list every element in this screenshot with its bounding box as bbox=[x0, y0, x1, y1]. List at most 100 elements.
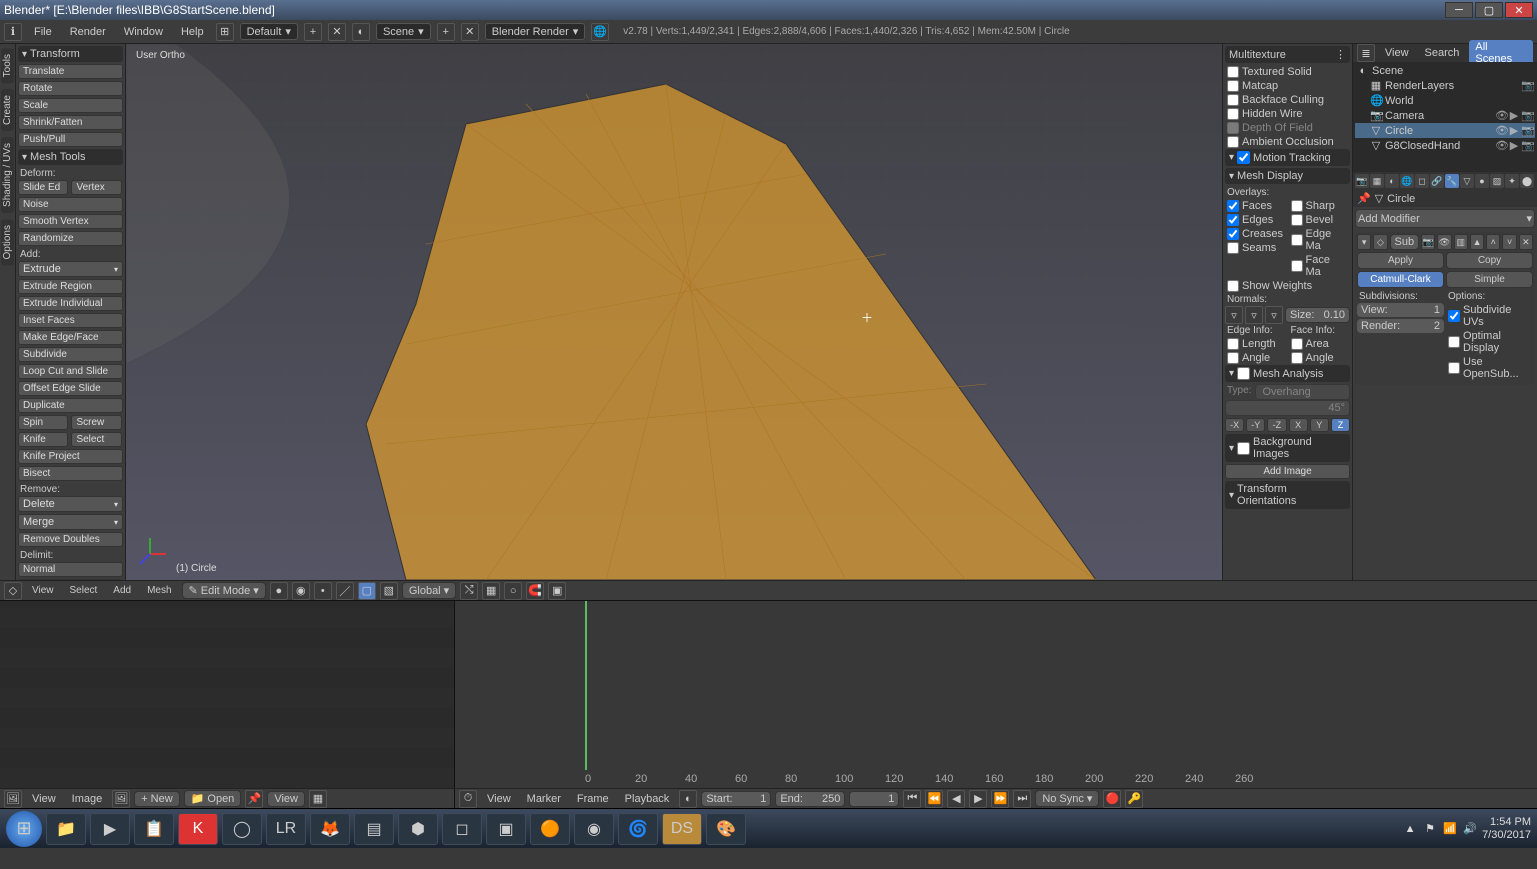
face-area-checkbox[interactable] bbox=[1291, 338, 1303, 350]
tray-up-icon[interactable]: ▲ bbox=[1402, 821, 1418, 837]
playhead-icon[interactable] bbox=[585, 601, 587, 770]
edge-select-icon[interactable]: ／ bbox=[336, 582, 354, 600]
backface-checkbox[interactable] bbox=[1227, 94, 1239, 106]
slide-vertex-button[interactable]: Vertex bbox=[71, 180, 121, 195]
copy-button[interactable]: Copy bbox=[1446, 252, 1533, 269]
tab-physics-icon[interactable]: ⬤ bbox=[1520, 174, 1534, 188]
autokey-icon[interactable]: 🔴 bbox=[1103, 790, 1121, 808]
add-modifier-button[interactable]: Add Modifier ▾ bbox=[1355, 209, 1535, 228]
uv-viewmode-button[interactable]: View bbox=[267, 791, 305, 807]
tab-shading[interactable]: Shading / UVs bbox=[1, 137, 14, 213]
editor-type-3d-icon[interactable]: ◇ bbox=[4, 582, 22, 600]
faces-checkbox[interactable] bbox=[1227, 200, 1239, 212]
uv-image-menu[interactable]: Image bbox=[66, 791, 109, 807]
duplicate-button[interactable]: Duplicate bbox=[18, 398, 123, 413]
loopcut-button[interactable]: Loop Cut and Slide bbox=[18, 364, 123, 379]
axis-y-button[interactable]: Y bbox=[1310, 418, 1329, 432]
eye-icon[interactable]: 👁 bbox=[1495, 109, 1507, 122]
uv-pin-icon[interactable]: 📌 bbox=[245, 790, 263, 808]
outliner-row-renderlayers[interactable]: ▦RenderLayers📷 bbox=[1355, 78, 1535, 93]
layout-del-icon[interactable]: ✕ bbox=[328, 23, 346, 41]
play-icon[interactable]: ▶ bbox=[969, 790, 987, 808]
axis-minusz-button[interactable]: -Z bbox=[1267, 418, 1286, 432]
modifier-name-field[interactable]: Sub bbox=[1390, 234, 1420, 250]
tab-create[interactable]: Create bbox=[1, 89, 14, 131]
outliner-search-menu[interactable]: Search bbox=[1419, 45, 1466, 61]
subdiv-render-field[interactable]: Render:2 bbox=[1357, 319, 1444, 333]
delimit-normal-button[interactable]: Normal bbox=[18, 562, 123, 577]
pivot-icon[interactable]: ◉ bbox=[292, 582, 310, 600]
layers-icon[interactable]: ▦ bbox=[482, 582, 500, 600]
edge-angle-checkbox[interactable] bbox=[1227, 352, 1239, 364]
taskbar-chrome-icon[interactable]: ◯ bbox=[222, 813, 262, 845]
mesh-analysis-checkbox[interactable] bbox=[1237, 367, 1250, 380]
keytype-icon[interactable]: 🔑 bbox=[1125, 790, 1143, 808]
bisect-button[interactable]: Bisect bbox=[18, 466, 123, 481]
taskbar-blender-icon[interactable]: 🟠 bbox=[530, 813, 570, 845]
tab-tools[interactable]: Tools bbox=[1, 48, 14, 83]
outliner-type-icon[interactable]: ≣ bbox=[1357, 44, 1375, 62]
taskbar-media-icon[interactable]: ▶ bbox=[90, 813, 130, 845]
knife-project-button[interactable]: Knife Project bbox=[18, 449, 123, 464]
matcap-checkbox[interactable] bbox=[1227, 80, 1239, 92]
uv-editor[interactable] bbox=[0, 601, 455, 788]
render-icon[interactable]: 📷 bbox=[1521, 124, 1533, 137]
randomize-button[interactable]: Randomize bbox=[18, 231, 123, 246]
slide-edge-button[interactable]: Slide Ed bbox=[18, 180, 68, 195]
tab-options[interactable]: Options bbox=[1, 219, 14, 265]
render-icon[interactable]: 📷 bbox=[1521, 139, 1533, 152]
3d-select-menu[interactable]: Select bbox=[64, 583, 104, 598]
edge-length-checkbox[interactable] bbox=[1227, 338, 1239, 350]
axis-minusy-button[interactable]: -Y bbox=[1246, 418, 1265, 432]
tab-texture-icon[interactable]: ▨ bbox=[1490, 174, 1504, 188]
seams-checkbox[interactable] bbox=[1227, 242, 1239, 254]
tab-particles-icon[interactable]: ✦ bbox=[1505, 174, 1519, 188]
tl-view-menu[interactable]: View bbox=[481, 791, 517, 807]
browse-image-icon[interactable]: 🖼 bbox=[112, 790, 130, 808]
tl-marker-menu[interactable]: Marker bbox=[521, 791, 567, 807]
vertex-select-icon[interactable]: • bbox=[314, 582, 332, 600]
start-frame-field[interactable]: Start:1 bbox=[701, 791, 771, 807]
editor-type-icon[interactable]: ℹ bbox=[4, 23, 22, 41]
menu-help[interactable]: Help bbox=[175, 24, 210, 40]
tab-scene-icon[interactable]: ◐ bbox=[1385, 174, 1399, 188]
taskbar-app-k-icon[interactable]: K bbox=[178, 813, 218, 845]
render-region-icon[interactable]: ▣ bbox=[548, 582, 566, 600]
scene-del-icon[interactable]: ✕ bbox=[461, 23, 479, 41]
taskbar-app4-icon[interactable]: ◻ bbox=[442, 813, 482, 845]
scene-selector[interactable]: Scene▾ bbox=[376, 23, 431, 40]
delimit-material-button[interactable]: Material bbox=[18, 579, 123, 580]
eye-icon[interactable]: 👁 bbox=[1495, 139, 1507, 152]
system-clock[interactable]: 1:54 PM 7/30/2017 bbox=[1482, 816, 1531, 840]
mod-edit-icon[interactable]: ▥ bbox=[1454, 234, 1468, 250]
scene-icon[interactable]: ◐ bbox=[352, 23, 370, 41]
screw-button[interactable]: Screw bbox=[71, 415, 121, 430]
bgimages-checkbox[interactable] bbox=[1237, 442, 1250, 455]
taskbar-app3-icon[interactable]: ⬢ bbox=[398, 813, 438, 845]
jump-start-icon[interactable]: ⏮ bbox=[903, 790, 921, 808]
menu-file[interactable]: File bbox=[28, 24, 58, 40]
outliner-view-menu[interactable]: View bbox=[1379, 45, 1415, 61]
axis-minusx-button[interactable]: -X bbox=[1225, 418, 1244, 432]
inset-button[interactable]: Inset Faces bbox=[18, 313, 123, 328]
eye-icon[interactable]: 👁 bbox=[1495, 124, 1507, 137]
ao-checkbox[interactable] bbox=[1227, 136, 1239, 148]
tab-data-icon[interactable]: ▽ bbox=[1460, 174, 1474, 188]
pin-icon[interactable]: 📌 bbox=[1357, 192, 1371, 205]
limit-select-icon[interactable]: ▧ bbox=[380, 582, 398, 600]
outliner-row-circle[interactable]: ▽Circle👁▶📷 bbox=[1355, 123, 1535, 138]
axis-z-button[interactable]: Z bbox=[1331, 418, 1350, 432]
outliner-row-scene[interactable]: ◐Scene bbox=[1355, 64, 1535, 78]
taskbar-explorer-icon[interactable]: 📁 bbox=[46, 813, 86, 845]
uv-channel-icon[interactable]: ▦ bbox=[309, 790, 327, 808]
merge-button[interactable]: Merge▾ bbox=[18, 514, 123, 530]
layout-prev-icon[interactable]: ⊞ bbox=[216, 23, 234, 41]
outliner-row-world[interactable]: 🌐World bbox=[1355, 93, 1535, 108]
rotate-button[interactable]: Rotate bbox=[18, 81, 123, 96]
knife-button[interactable]: Knife bbox=[18, 432, 68, 447]
modifier-expand-icon[interactable]: ▾ bbox=[1357, 234, 1371, 250]
make-edge-face-button[interactable]: Make Edge/Face bbox=[18, 330, 123, 345]
taskbar-app6-icon[interactable]: ◉ bbox=[574, 813, 614, 845]
taskbar-app7-icon[interactable]: 🌀 bbox=[618, 813, 658, 845]
keyframe-prev-icon[interactable]: ⏪ bbox=[925, 790, 943, 808]
